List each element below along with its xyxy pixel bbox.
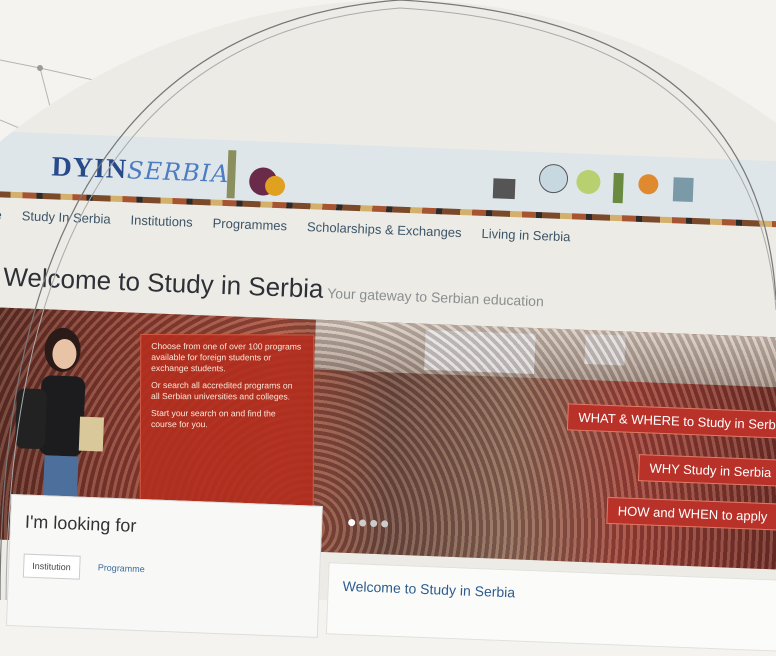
tab-programme[interactable]: Programme bbox=[89, 556, 153, 582]
page-subtitle: Your gateway to Serbian education bbox=[327, 285, 545, 310]
study-in-serbia-website: DYINSERBIA me Study In Serbia Institutio… bbox=[0, 0, 776, 652]
culture-icons-illustration bbox=[492, 164, 694, 204]
nav-item-institutions[interactable]: Institutions bbox=[130, 212, 193, 240]
carousel-dot[interactable] bbox=[348, 518, 356, 527]
search-panel: I'm looking for Institution Programme bbox=[5, 494, 323, 638]
screenshot-viewport: DYINSERBIA me Study In Serbia Institutio… bbox=[0, 0, 776, 652]
carousel-dot[interactable] bbox=[359, 519, 367, 527]
fruit-and-tower-illustration bbox=[226, 150, 286, 199]
tab-institution[interactable]: Institution bbox=[22, 553, 81, 580]
site-logo[interactable]: DYINSERBIA bbox=[51, 151, 230, 190]
ribbon-why[interactable]: WHY Study in Serbia bbox=[637, 454, 776, 487]
search-tabs: Institution Programme bbox=[22, 553, 153, 583]
carousel-dot[interactable] bbox=[381, 520, 389, 528]
welcome-box-title: Welcome to Study in Serbia bbox=[342, 577, 516, 601]
nav-item-programmes[interactable]: Programmes bbox=[212, 216, 287, 245]
page-title: Welcome to Study in Serbia Your gateway t… bbox=[2, 261, 545, 310]
carousel-dots bbox=[348, 518, 389, 528]
nav-item-home[interactable]: me bbox=[0, 207, 2, 234]
nav-item-study-in-serbia[interactable]: Study In Serbia bbox=[21, 208, 110, 237]
nav-item-living-in-serbia[interactable]: Living in Serbia bbox=[481, 226, 570, 255]
intro-line: Start your search on and find the course… bbox=[150, 407, 276, 430]
intro-line: Or search all accredited programs on all… bbox=[151, 379, 293, 402]
intro-line: Choose from one of over 100 programs ava… bbox=[151, 340, 302, 374]
search-panel-title: I'm looking for bbox=[24, 511, 137, 536]
welcome-box: Welcome to Study in Serbia bbox=[325, 562, 776, 652]
intro-text-box: Choose from one of over 100 programs ava… bbox=[139, 333, 315, 509]
carousel-dot[interactable] bbox=[370, 519, 378, 528]
nav-item-scholarships[interactable]: Scholarships & Exchanges bbox=[306, 219, 462, 251]
